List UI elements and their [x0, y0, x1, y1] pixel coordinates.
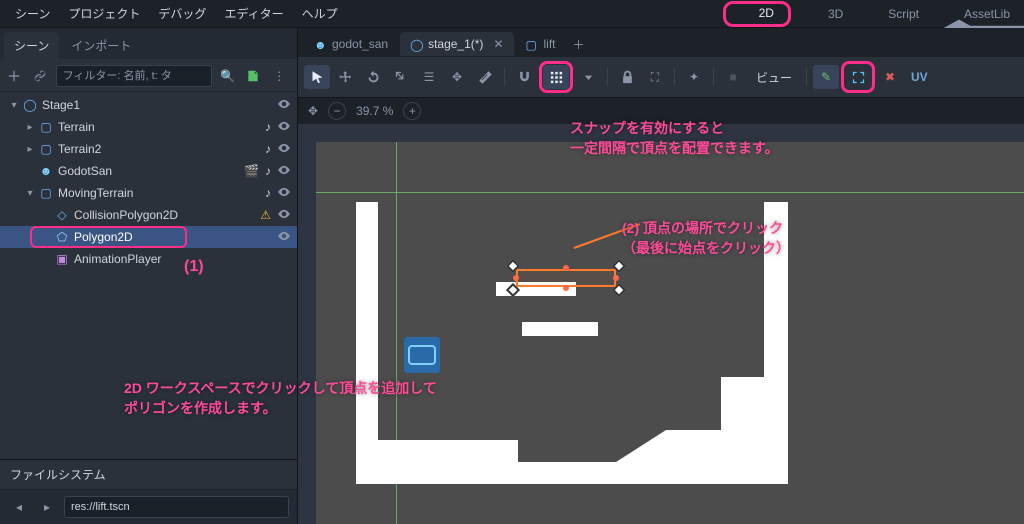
workspace-switcher: 2D 3D Script AssetLib — [723, 1, 1018, 27]
pan-tool[interactable]: ✥ — [444, 65, 470, 89]
robot-icon: ☻ — [314, 38, 326, 50]
scene-filter-input[interactable] — [56, 65, 212, 87]
lock-button[interactable] — [614, 65, 640, 89]
node2d-icon: ◯ — [410, 38, 422, 50]
menu-editor[interactable]: エディター — [215, 1, 292, 26]
poly-edit-button[interactable] — [845, 65, 871, 89]
node2d-icon: ◯ — [22, 97, 38, 113]
tree-row-godotsan[interactable]: ☻ GodotSan 🎬♪ — [0, 160, 297, 182]
staticbody-icon: ▢ — [38, 141, 54, 157]
add-node-button[interactable] — [4, 65, 24, 87]
staticbody-icon: ▢ — [38, 119, 54, 135]
scale-tool[interactable] — [388, 65, 414, 89]
poly-create-button[interactable]: ✎ — [813, 65, 839, 89]
staticbody-icon: ▢ — [38, 185, 54, 201]
menu-debug[interactable]: デバッグ — [149, 1, 215, 26]
group-button[interactable]: ⛶ — [642, 65, 668, 89]
fs-back-button[interactable]: ◂ — [8, 496, 30, 518]
animationplayer-icon: ▣ — [54, 251, 70, 267]
zoom-in-button[interactable]: + — [403, 102, 421, 120]
terrain-shape — [356, 462, 788, 484]
close-icon[interactable]: ✕ — [493, 37, 503, 51]
tree-row-polygon2d[interactable]: ⬠ Polygon2D — [0, 226, 297, 248]
workspace-2d[interactable]: 2D — [732, 4, 782, 22]
terrain-shape — [378, 440, 518, 462]
uv-editor-button[interactable]: UV — [905, 70, 934, 84]
annotation-click: (2) 頂点の場所でクリック （最後に始点をクリック） — [622, 218, 790, 259]
workspace-3d[interactable]: 3D — [801, 5, 851, 23]
override-camera-button[interactable]: ■ — [720, 65, 746, 89]
robot-icon: ☻ — [38, 163, 54, 179]
viewport-2d[interactable] — [316, 142, 1024, 524]
view-menu[interactable]: ビュー — [748, 69, 800, 86]
tree-row-terrain[interactable]: ▸ ▢ Terrain ♪ — [0, 116, 297, 138]
annotation-bottom: 2D ワークスペースでクリックして頂点を追加して ポリゴンを作成します。 — [124, 378, 437, 419]
tree-row-collisionpoly[interactable]: ◇ CollisionPolygon2D ⚠ — [0, 204, 297, 226]
smart-snap-button[interactable] — [511, 65, 537, 89]
visibility-icon[interactable] — [277, 119, 291, 136]
visibility-icon[interactable] — [277, 185, 291, 202]
clapper-icon: 🎬 — [244, 164, 259, 178]
grid-snap-button[interactable] — [543, 65, 569, 89]
scene-dock: シーン インポート 🔍 ⋮ ▾ ◯ Stage1 — [0, 28, 298, 524]
skeleton-button[interactable]: ✦ — [681, 65, 707, 89]
fs-fwd-button[interactable]: ▸ — [36, 496, 58, 518]
tab-scene[interactable]: シーン — [4, 32, 59, 59]
terrain-shape — [666, 430, 721, 462]
viewport-toolbar: ☰ ✥ ⛶ ✦ ■ ビュー ✎ ✖ UV — [298, 56, 1024, 98]
workspace-assetlib[interactable]: AssetLib — [937, 5, 1018, 23]
select-tool[interactable] — [304, 65, 330, 89]
visibility-icon[interactable] — [277, 97, 291, 114]
terrain-shape — [356, 202, 378, 484]
menu-scene[interactable]: シーン — [6, 1, 59, 26]
menu-help[interactable]: ヘルプ — [293, 1, 347, 26]
snap-options-button[interactable] — [575, 65, 601, 89]
instance-scene-button[interactable] — [30, 65, 50, 87]
annotation-label-1: (1) — [184, 258, 204, 276]
filesystem-tab[interactable]: ファイルシステム — [0, 460, 297, 490]
attach-script-button[interactable] — [243, 65, 263, 87]
workspace-script[interactable]: Script — [861, 5, 927, 23]
polygon-icon: ⬠ — [54, 229, 70, 245]
file-tab-lift[interactable]: ▢ lift — [516, 32, 566, 56]
list-select-tool[interactable]: ☰ — [416, 65, 442, 89]
menubar: シーン プロジェクト デバッグ エディター ヘルプ 2D 3D Script A… — [0, 0, 1024, 28]
tab-import[interactable]: インポート — [61, 32, 141, 59]
visibility-icon[interactable] — [277, 163, 291, 180]
add-scene-tab[interactable]: ＋ — [568, 36, 590, 53]
terrain-shape — [522, 322, 598, 336]
center-view-icon[interactable]: ✥ — [308, 104, 318, 118]
menu-project[interactable]: プロジェクト — [59, 1, 149, 26]
guide-line-h — [316, 192, 1024, 193]
warning-icon: ⚠ — [260, 208, 271, 222]
tree-row-terrain2[interactable]: ▸ ▢ Terrain2 ♪ — [0, 138, 297, 160]
terrain-shape — [721, 377, 766, 462]
file-tab-godotsan[interactable]: ☻ godot_san — [304, 32, 398, 56]
tree-row-animplayer[interactable]: ▣ AnimationPlayer — [0, 248, 297, 270]
rotate-tool[interactable] — [360, 65, 386, 89]
zoom-level[interactable]: 39.7 % — [356, 104, 393, 118]
filter-search-icon[interactable]: 🔍 — [218, 65, 238, 87]
selected-polygon[interactable] — [516, 269, 616, 287]
ruler-vertical — [298, 142, 316, 524]
visibility-icon[interactable] — [277, 229, 291, 246]
visibility-icon[interactable] — [277, 141, 291, 158]
open-scene-tabs: ☻ godot_san ◯ stage_1(*) ✕ ▢ lift ＋ — [298, 28, 1024, 56]
visibility-icon[interactable] — [277, 207, 291, 224]
collision-icon: ◇ — [54, 207, 70, 223]
fs-path-input[interactable] — [64, 496, 289, 518]
terrain-shape — [616, 430, 666, 462]
scene-more-button[interactable]: ⋮ — [269, 65, 289, 87]
tree-row-stage1[interactable]: ▾ ◯ Stage1 — [0, 94, 297, 116]
zoom-out-button[interactable]: − — [328, 102, 346, 120]
ruler-tool[interactable] — [472, 65, 498, 89]
tree-row-movingterrain[interactable]: ▾ ▢ MovingTerrain ♪ — [0, 182, 297, 204]
annotation-snap: スナップを有効にすると 一定間隔で頂点を配置できます。 — [570, 118, 779, 159]
staticbody-icon: ▢ — [526, 38, 538, 50]
poly-delete-button[interactable]: ✖ — [877, 65, 903, 89]
godot-character — [404, 337, 440, 373]
file-tab-stage1[interactable]: ◯ stage_1(*) ✕ — [400, 32, 513, 56]
move-tool[interactable] — [332, 65, 358, 89]
